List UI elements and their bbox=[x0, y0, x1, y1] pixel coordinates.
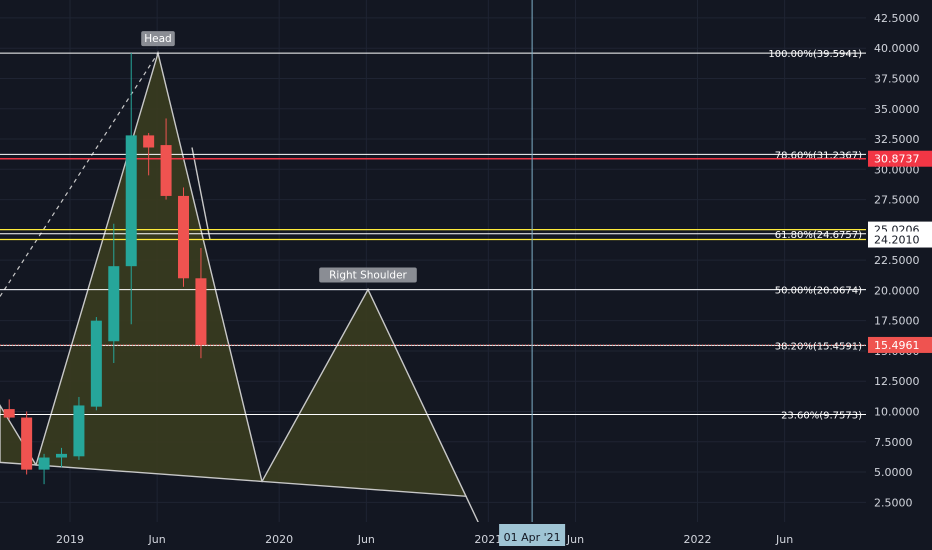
price-tick-label: 37.5000 bbox=[874, 72, 920, 85]
crosshair-time-label: 01 Apr '21 bbox=[499, 524, 566, 546]
time-tick-label: 2022 bbox=[683, 533, 711, 546]
candle-body bbox=[38, 457, 50, 470]
candle-body bbox=[21, 417, 33, 470]
price-tick-label: 32.5000 bbox=[874, 133, 920, 146]
candle-body bbox=[73, 405, 85, 457]
fib-level-label: 50.00%(20.0674) bbox=[775, 286, 862, 297]
fib-level-label: 23.60%(9.7573) bbox=[781, 410, 862, 421]
candle[interactable] bbox=[178, 187, 190, 287]
annotation-text: Right Shoulder bbox=[329, 270, 407, 282]
price-axis[interactable]: 42.500040.000037.500035.000032.500030.00… bbox=[866, 0, 932, 550]
price-tick-label: 22.5000 bbox=[874, 254, 920, 267]
price-tick-label: 40.0000 bbox=[874, 42, 920, 55]
price-tick-label: 42.5000 bbox=[874, 12, 920, 25]
head-and-shoulders-chart[interactable]: 100.00%(39.5941)78.60%(31.2367)61.80%(24… bbox=[0, 0, 932, 550]
time-axis[interactable]: 2019 Jun 2020 Jun 2021 Jun 2022 Jun bbox=[0, 522, 866, 550]
time-tick-label: Jun bbox=[775, 533, 793, 546]
time-tick-label: 2020 bbox=[265, 533, 293, 546]
time-tick-label: Jun bbox=[357, 533, 375, 546]
candle[interactable] bbox=[90, 317, 102, 411]
price-tick-label: 2.5000 bbox=[874, 496, 913, 509]
price-tick-label: 20.0000 bbox=[874, 284, 920, 297]
fib-level-label: 38.20%(15.4591) bbox=[775, 341, 862, 352]
candle-body bbox=[195, 278, 207, 345]
candle[interactable] bbox=[73, 396, 85, 460]
candle-body bbox=[3, 409, 15, 418]
candle-body bbox=[125, 135, 137, 267]
right-shoulder-annotation[interactable]: Right Shoulder bbox=[319, 267, 417, 283]
price-tag-label: 24.2010 bbox=[874, 234, 920, 247]
price-tick-label: 10.0000 bbox=[874, 406, 920, 419]
price-tag-label: 15.4961 bbox=[874, 339, 920, 352]
price-tick-label: 12.5000 bbox=[874, 375, 920, 388]
price-tick-label: 7.5000 bbox=[874, 436, 913, 449]
head-annotation[interactable]: Head bbox=[141, 31, 175, 47]
candle-body bbox=[178, 195, 190, 279]
price-tag: 15.4961 bbox=[868, 336, 932, 353]
candle-body bbox=[143, 135, 155, 148]
price-tag: 24.2010 bbox=[868, 231, 932, 248]
candle-body bbox=[160, 145, 172, 196]
annotation-text: Head bbox=[144, 33, 171, 45]
crosshair-time-text: 01 Apr '21 bbox=[504, 531, 561, 544]
candle-body bbox=[108, 266, 120, 342]
price-tick-label: 5.0000 bbox=[874, 466, 913, 479]
price-tick-label: 27.5000 bbox=[874, 194, 920, 207]
candle[interactable] bbox=[21, 411, 33, 475]
price-tag: 30.8737 bbox=[868, 150, 932, 167]
time-tick-label: 2021 bbox=[474, 533, 502, 546]
price-tag-label: 30.8737 bbox=[874, 153, 920, 166]
candle-body bbox=[56, 453, 67, 458]
price-tick-label: 35.0000 bbox=[874, 103, 920, 116]
time-tick-label: Jun bbox=[566, 533, 584, 546]
time-tick-label: Jun bbox=[148, 533, 166, 546]
price-tick-label: 17.5000 bbox=[874, 315, 920, 328]
time-tick-label: 2019 bbox=[56, 533, 84, 546]
time-axis-background bbox=[0, 522, 866, 550]
candle-body bbox=[90, 320, 102, 407]
fib-level-label: 100.00%(39.5941) bbox=[768, 49, 862, 60]
fib-level-label: 78.60%(31.2367) bbox=[775, 150, 862, 161]
